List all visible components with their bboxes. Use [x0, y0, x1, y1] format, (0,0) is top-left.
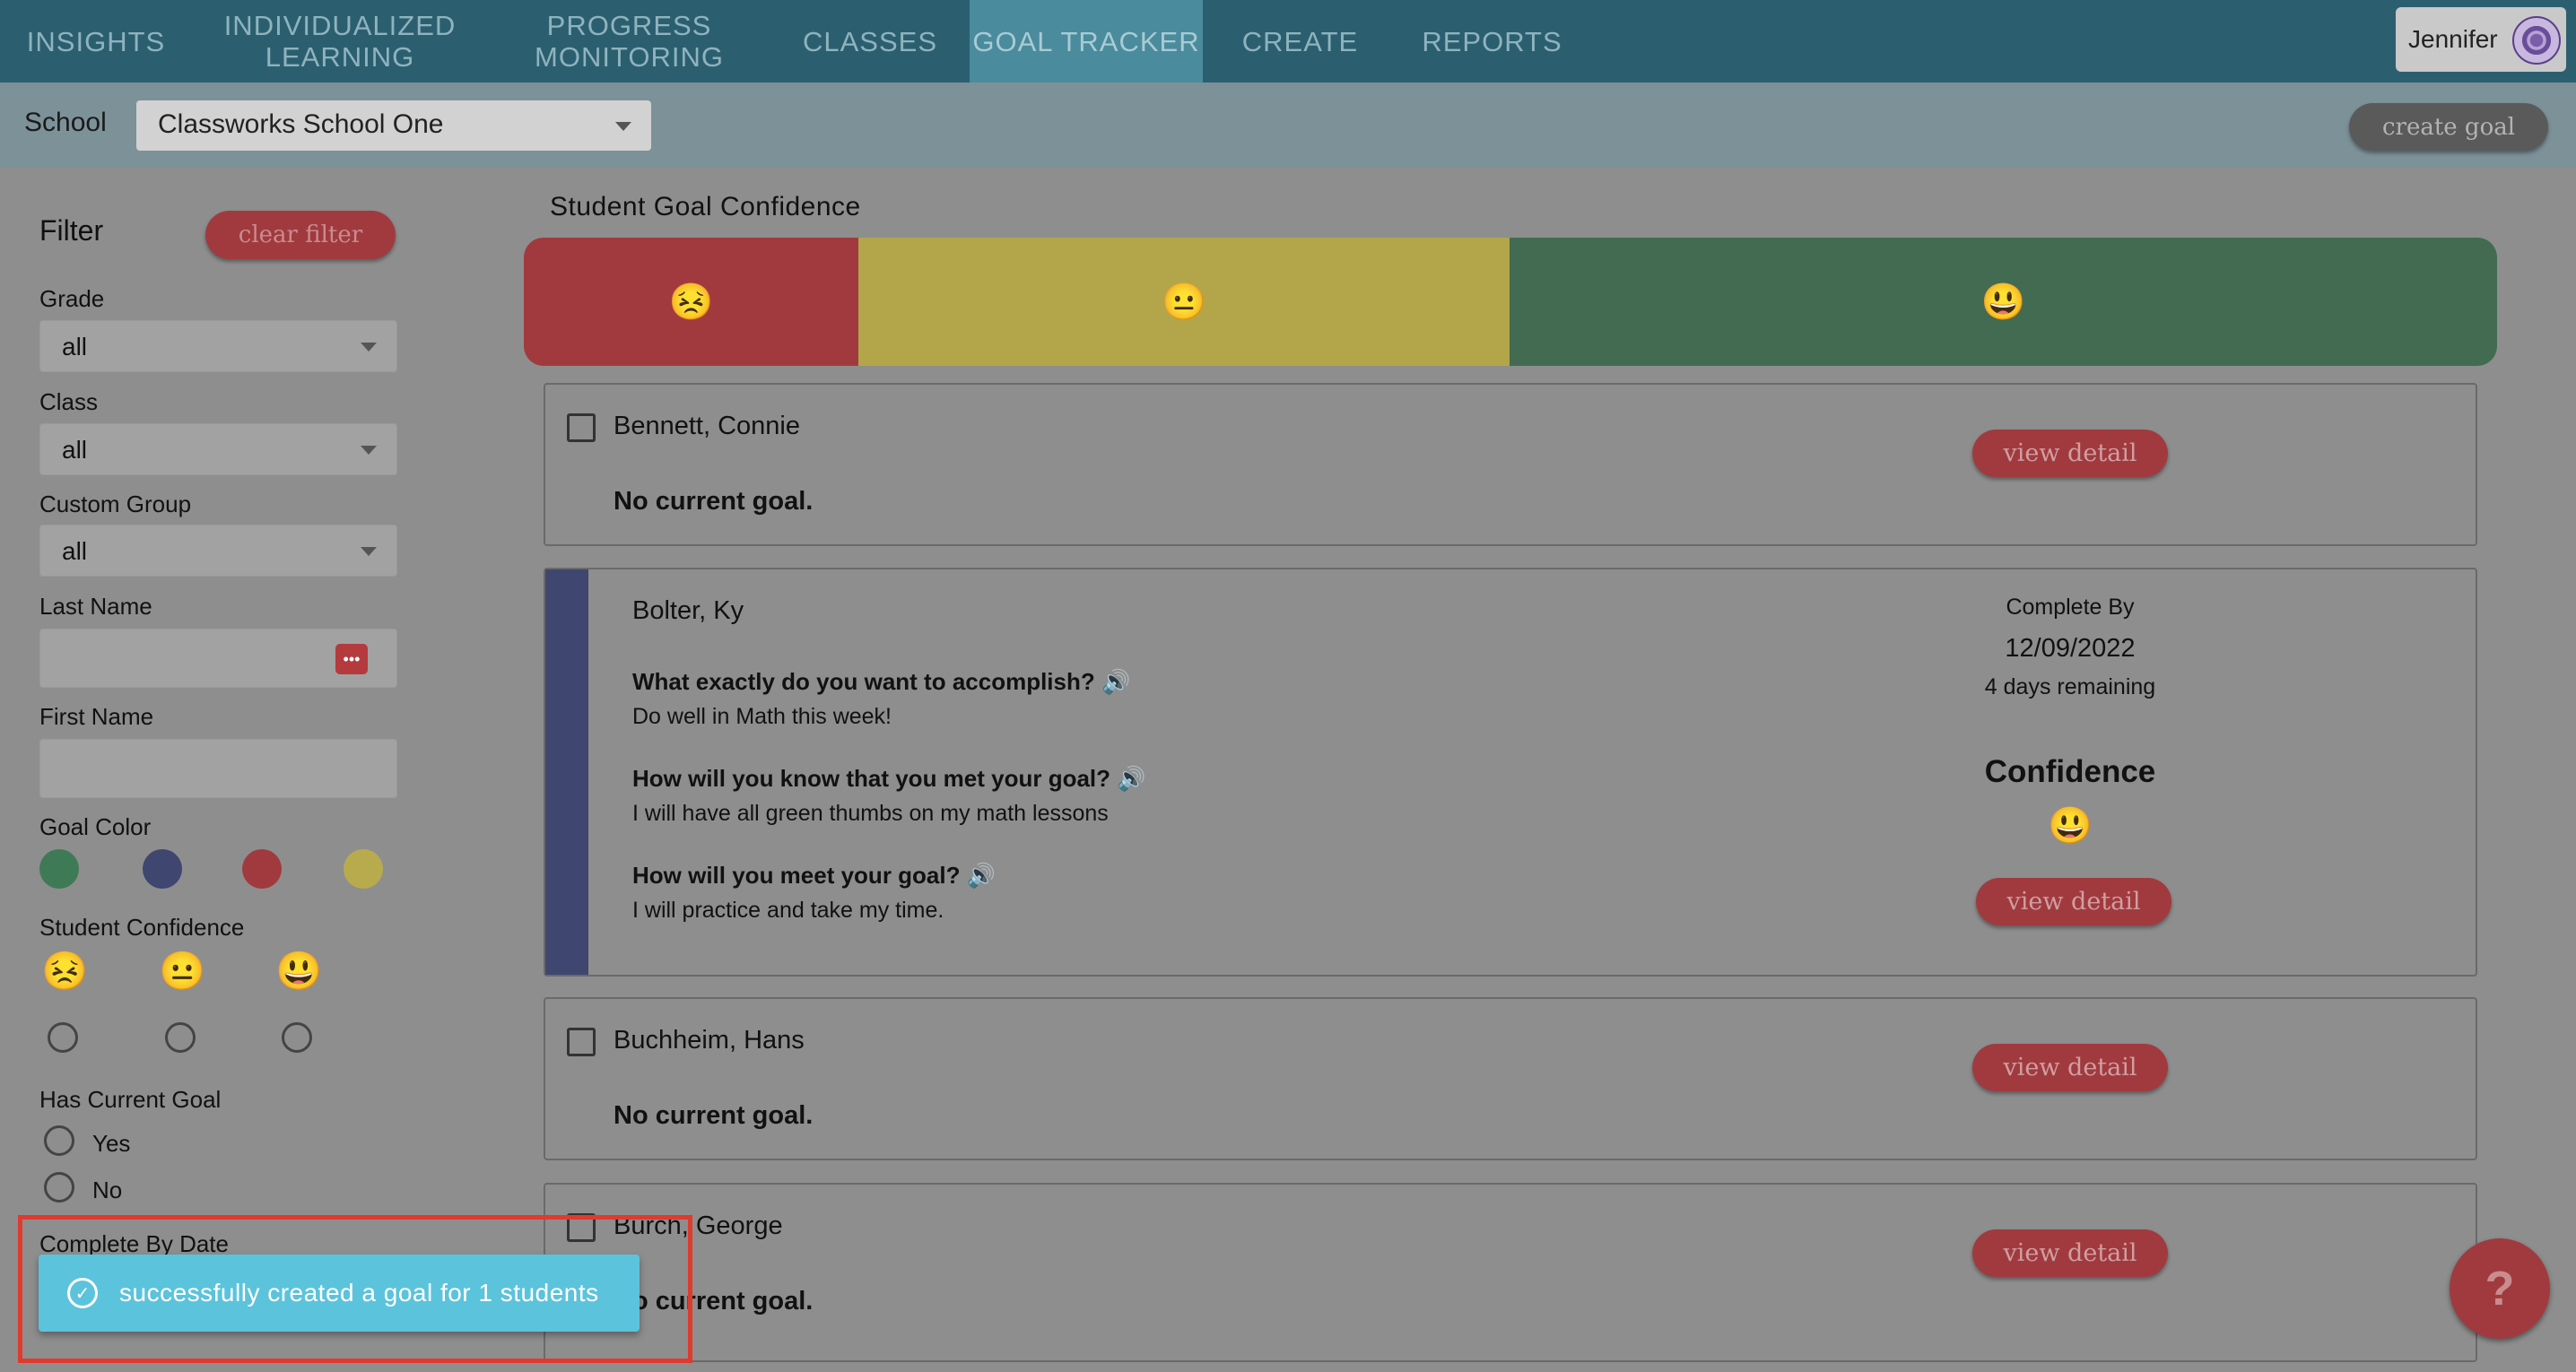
class-select[interactable]: all	[39, 423, 397, 475]
clear-filter-button[interactable]: clear filter	[205, 211, 396, 259]
confidence-mid-radio[interactable]	[165, 1022, 196, 1053]
goal-color-label: Goal Color	[39, 813, 152, 840]
chevron-down-icon	[361, 446, 377, 455]
smiling-face-icon: 😃	[1980, 282, 2026, 322]
no-goal-text: No current goal.	[614, 487, 814, 516]
goal-question-text: What exactly do you want to accomplish?	[632, 668, 1095, 695]
school-select[interactable]: Classworks School One	[136, 100, 651, 151]
student-card: Buchheim, Hans No current goal. view det…	[544, 997, 2477, 1160]
top-nav: INSIGHTS INDIVIDUALIZED LEARNING PROGRES…	[0, 0, 2576, 82]
confidence-mid-icon: 😐	[159, 950, 206, 992]
has-goal-yes-radio[interactable]	[44, 1125, 74, 1156]
student-checkbox[interactable]	[567, 413, 596, 442]
confidence-segment-low[interactable]: 😣	[524, 238, 858, 366]
grade-select-value: all	[62, 333, 88, 360]
chevron-down-icon	[361, 547, 377, 556]
school-bar: School Classworks School One create goal	[0, 82, 2576, 168]
view-detail-button[interactable]: view detail	[1972, 430, 2168, 477]
goal-answer: I will have all green thumbs on my math …	[632, 801, 1109, 826]
smiling-face-icon: 😃	[2048, 806, 2093, 846]
nav-individualized-learning[interactable]: INDIVIDUALIZED LEARNING	[192, 0, 488, 82]
keyboard-icon[interactable]: •••	[335, 644, 368, 674]
student-card-with-goal: Bolter, Ky What exactly do you want to a…	[544, 568, 2477, 977]
chevron-down-icon	[615, 122, 631, 131]
first-name-input[interactable]	[39, 739, 397, 798]
class-select-value: all	[62, 436, 88, 464]
custom-group-label: Custom Group	[39, 491, 192, 517]
goal-answer: I will practice and take my time.	[632, 898, 944, 923]
nav-classes[interactable]: CLASSES	[770, 0, 970, 82]
student-card: Burch, George No current goal. view deta…	[544, 1183, 2477, 1362]
last-name-label: Last Name	[39, 593, 152, 620]
filter-title: Filter	[39, 214, 104, 247]
goal-color-yellow[interactable]	[344, 849, 383, 889]
user-menu[interactable]: Jennifer	[2396, 7, 2566, 72]
student-confidence-label: Student Confidence	[39, 914, 245, 941]
last-name-input[interactable]: •••	[39, 629, 397, 688]
chevron-down-icon	[361, 343, 377, 352]
confidence-segment-mid[interactable]: 😐	[858, 238, 1510, 366]
confidence-bar: 😣 😐 😃	[524, 238, 2497, 366]
has-goal-yes-label: Yes	[92, 1130, 131, 1157]
days-remaining: 4 days remaining	[1984, 674, 2156, 699]
student-card: Bennett, Connie No current goal. view de…	[544, 383, 2477, 546]
speaker-icon[interactable]: 🔊	[1117, 765, 1145, 792]
nav-reports[interactable]: REPORTS	[1397, 0, 1587, 82]
nav-goal-tracker[interactable]: GOAL TRACKER	[970, 0, 1203, 82]
nav-create[interactable]: CREATE	[1203, 0, 1397, 82]
goal-color-red[interactable]	[242, 849, 282, 889]
view-detail-button[interactable]: view detail	[1972, 1229, 2168, 1277]
goal-color-stripe	[545, 569, 588, 975]
success-toast[interactable]: ✓ successfully created a goal for 1 stud…	[39, 1255, 640, 1332]
complete-by-date: 12/09/2022	[2005, 634, 2136, 663]
custom-group-select-value: all	[62, 537, 88, 565]
no-goal-text: No current goal.	[614, 1101, 814, 1130]
confidence-high-icon: 😃	[275, 950, 323, 992]
filter-sidebar: Filter clear filter Grade all Class all …	[0, 168, 431, 1372]
school-label: School	[24, 108, 107, 137]
goal-question: How will you know that you met your goal…	[632, 765, 1146, 793]
student-name: Bennett, Connie	[614, 412, 800, 440]
confidence-title: Student Goal Confidence	[550, 192, 861, 221]
nav-insights[interactable]: INSIGHTS	[0, 0, 192, 82]
custom-group-select[interactable]: all	[39, 525, 397, 577]
class-label: Class	[39, 388, 99, 415]
help-button[interactable]: ?	[2450, 1238, 2550, 1339]
goal-answer: Do well in Math this week!	[632, 704, 892, 729]
nav-progress-monitoring[interactable]: PROGRESS MONITORING	[488, 0, 770, 82]
student-name: Bolter, Ky	[632, 596, 744, 625]
goal-color-blue[interactable]	[143, 849, 182, 889]
has-goal-no-radio[interactable]	[44, 1172, 74, 1203]
goal-question-text: How will you know that you met your goal…	[632, 765, 1111, 792]
grade-label: Grade	[39, 285, 105, 312]
school-select-value: Classworks School One	[158, 109, 444, 139]
first-name-label: First Name	[39, 703, 154, 730]
view-detail-button[interactable]: view detail	[1972, 1044, 2168, 1091]
user-name: Jennifer	[2408, 25, 2498, 53]
avatar	[2512, 16, 2561, 65]
speaker-icon[interactable]: 🔊	[967, 862, 996, 889]
goal-question: How will you meet your goal? 🔊	[632, 862, 996, 890]
has-current-goal-label: Has Current Goal	[39, 1086, 222, 1113]
student-checkbox[interactable]	[567, 1028, 596, 1056]
speaker-icon[interactable]: 🔊	[1101, 668, 1130, 695]
neutral-face-icon: 😐	[1162, 282, 1206, 322]
confidence-low-radio[interactable]	[48, 1022, 78, 1053]
view-detail-button[interactable]: view detail	[1976, 878, 2171, 925]
confidence-high-radio[interactable]	[282, 1022, 312, 1053]
has-goal-no-label: No	[92, 1177, 123, 1203]
student-name: Buchheim, Hans	[614, 1026, 805, 1055]
toast-message: successfully created a goal for 1 studen…	[119, 1279, 599, 1307]
check-circle-icon: ✓	[67, 1278, 98, 1308]
goal-color-green[interactable]	[39, 849, 79, 889]
create-goal-button[interactable]: create goal	[2349, 103, 2548, 151]
goal-question: What exactly do you want to accomplish? …	[632, 668, 1130, 696]
complete-by-label: Complete By	[2006, 595, 2135, 620]
frustrated-face-icon: 😣	[668, 282, 714, 322]
confidence-label: Confidence	[1984, 754, 2156, 789]
grade-select[interactable]: all	[39, 320, 397, 372]
goal-question-text: How will you meet your goal?	[632, 862, 961, 889]
confidence-low-icon: 😣	[41, 950, 89, 992]
confidence-segment-high[interactable]: 😃	[1510, 238, 2497, 366]
